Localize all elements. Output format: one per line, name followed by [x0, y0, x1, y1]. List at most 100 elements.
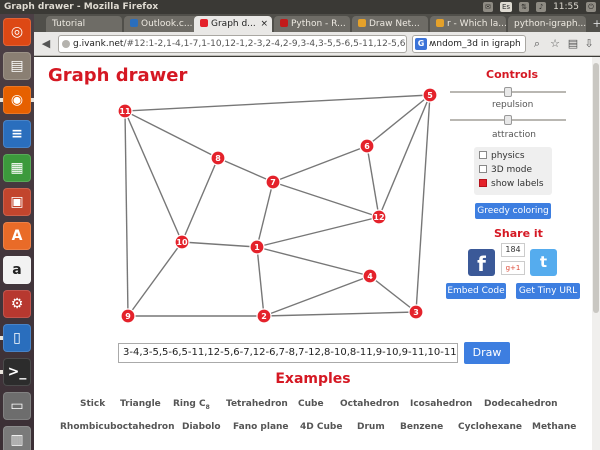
example-ring-c8[interactable]: Ring C8: [173, 399, 210, 411]
keyboard-layout-indicator[interactable]: Es: [499, 2, 513, 12]
document-icon[interactable]: ▯: [0, 324, 31, 352]
draw-button[interactable]: Draw: [464, 342, 510, 364]
facebook-icon[interactable]: f: [468, 249, 495, 276]
graph-canvas[interactable]: 12 3456789101112: [34, 57, 454, 337]
greedy-coloring-button[interactable]: Greedy coloring: [475, 203, 551, 219]
graph-node-9[interactable]: 9: [120, 308, 136, 324]
example-diabolo[interactable]: Diabolo: [182, 422, 221, 432]
embed-code-button[interactable]: Embed Code: [446, 283, 506, 299]
graph-node-label: 12: [373, 213, 384, 222]
tab-python-igraph[interactable]: python-igraph...: [508, 16, 586, 32]
dash-home-icon[interactable]: ◎: [3, 18, 31, 46]
example-icosahedron[interactable]: Icosahedron: [410, 399, 472, 409]
top-slider-knob[interactable]: [504, 87, 512, 97]
tab-which-la[interactable]: r - Which la...: [430, 16, 506, 32]
python-favicon-icon: [280, 19, 288, 27]
example-tetrahedron[interactable]: Tetrahedron: [226, 399, 288, 409]
graph-node-11[interactable]: 11: [117, 103, 133, 119]
edge-list-input[interactable]: 3-4,3-5,5-6,5-11,12-5,6-7,12-6,7-8,7-12,…: [118, 343, 458, 363]
graph-node-12[interactable]: 12: [371, 209, 387, 225]
stackoverflow-favicon-icon: [436, 19, 444, 27]
graph-edge-8-10: [181, 157, 219, 243]
graph-node-7[interactable]: 7: [265, 174, 281, 190]
example-rhombicuboctahedron[interactable]: Rhombicuboctahedron: [60, 422, 175, 432]
network-icon[interactable]: ⇅: [519, 2, 530, 12]
tab-draw-net[interactable]: Draw Net...: [352, 16, 428, 32]
stackoverflow-favicon-icon: [358, 19, 366, 27]
google-icon[interactable]: G: [415, 38, 427, 50]
show-labels-option[interactable]: show labels: [479, 179, 544, 189]
software-center-icon[interactable]: A: [3, 222, 31, 250]
graph-edge-1-7: [256, 181, 274, 248]
tab-python[interactable]: Python - R...: [274, 16, 350, 32]
example-dodecahedron[interactable]: Dodecahedron: [484, 399, 558, 409]
download-icon[interactable]: ⇩: [582, 36, 596, 52]
tab-outlook[interactable]: Outlook.c...: [124, 16, 200, 32]
bookmarks-list-icon[interactable]: ▤: [566, 36, 580, 52]
graph-node-10[interactable]: 10: [174, 234, 190, 250]
repulsion-slider-knob[interactable]: [504, 115, 512, 125]
clock[interactable]: 11:55: [553, 0, 579, 14]
3d-mode-checkbox[interactable]: [479, 165, 487, 173]
example-stick[interactable]: Stick: [80, 399, 105, 409]
terminal-icon[interactable]: >_: [0, 358, 31, 386]
example-cube[interactable]: Cube: [298, 399, 324, 409]
physics-checkbox[interactable]: [479, 151, 487, 159]
graph-node-6[interactable]: 6: [359, 138, 375, 154]
calc-icon[interactable]: ▦: [3, 154, 31, 182]
options-panel: physics 3D mode show labels: [474, 147, 552, 195]
example-drum[interactable]: Drum: [357, 422, 385, 432]
url-bar[interactable]: g.ivank.net/#12:1-2,1-4,1-7,1-10,12-1,2-…: [58, 35, 407, 53]
amazon-icon[interactable]: a: [3, 256, 31, 284]
navigation-bar: ◀ g.ivank.net/#12:1-2,1-4,1-7,1-10,12-1,…: [34, 32, 600, 56]
graph-node-3[interactable]: 3: [408, 304, 424, 320]
files-icon[interactable]: ▤: [3, 52, 31, 80]
volume-icon[interactable]: ♪: [536, 2, 547, 12]
tab-tutorial[interactable]: Tutorial: [46, 16, 122, 32]
writer-icon[interactable]: ≡: [3, 120, 31, 148]
mail-icon[interactable]: ✉: [482, 2, 493, 12]
site-identity-icon[interactable]: [62, 40, 70, 48]
example-benzene[interactable]: Benzene: [400, 422, 443, 432]
example-methane[interactable]: Methane: [532, 422, 576, 432]
search-box[interactable]: G ʍndom_3d in igraph: [412, 35, 526, 53]
example-4d-cube[interactable]: 4D Cube: [300, 422, 342, 432]
example-fano-plane[interactable]: Fano plane: [233, 422, 289, 432]
repulsion-slider[interactable]: [450, 115, 566, 125]
tab-graph-drawer[interactable]: Graph d... ×: [194, 16, 272, 32]
trash-icon[interactable]: ▥: [3, 426, 31, 450]
get-tiny-url-button[interactable]: Get Tiny URL: [516, 283, 580, 299]
close-tab-icon[interactable]: ×: [260, 16, 268, 32]
graph-node-2[interactable]: 2: [256, 308, 272, 324]
twitter-icon[interactable]: t: [530, 249, 557, 276]
page-scrollbar[interactable]: [592, 57, 600, 450]
back-icon[interactable]: ◀: [38, 36, 54, 52]
search-icon[interactable]: ⌕: [530, 36, 544, 52]
example-cyclohexane[interactable]: Cyclohexane: [458, 422, 522, 432]
example-triangle[interactable]: Triangle: [120, 399, 161, 409]
graph-node-1[interactable]: 1: [249, 239, 265, 255]
physics-option[interactable]: physics: [479, 151, 525, 161]
top-slider[interactable]: [450, 87, 566, 97]
power-icon[interactable]: ⏻: [586, 2, 596, 12]
google-plus-button[interactable]: g+1: [501, 261, 525, 275]
graph-node-5[interactable]: 5: [422, 87, 438, 103]
3d-mode-option[interactable]: 3D mode: [479, 165, 532, 175]
top-panel: Graph drawer - Mozilla Firefox ✉ Es ⇅ ♪ …: [0, 0, 600, 14]
disk-icon[interactable]: ▭: [3, 392, 31, 420]
firefox-icon[interactable]: ◉: [0, 86, 34, 114]
scrollbar-thumb[interactable]: [593, 63, 599, 313]
outlook-favicon-icon: [130, 19, 138, 27]
attraction-label: attraction: [492, 130, 536, 140]
new-tab-icon[interactable]: +: [590, 17, 600, 31]
impress-icon[interactable]: ▣: [3, 188, 31, 216]
settings-icon[interactable]: ⚙: [3, 290, 31, 318]
show-labels-checkbox[interactable]: [479, 179, 487, 187]
unity-launcher: ◎ ▤ ◉ ≡ ▦ ▣ A a ⚙ ▯ >_ ▭ ▥: [0, 14, 34, 450]
bookmark-star-icon[interactable]: ☆: [548, 36, 562, 52]
graph-node-8[interactable]: 8: [210, 150, 226, 166]
graph-edge-9-10: [127, 241, 183, 317]
graph-node-label: 1: [254, 243, 260, 252]
graph-node-4[interactable]: 4: [362, 268, 378, 284]
example-octahedron[interactable]: Octahedron: [340, 399, 399, 409]
